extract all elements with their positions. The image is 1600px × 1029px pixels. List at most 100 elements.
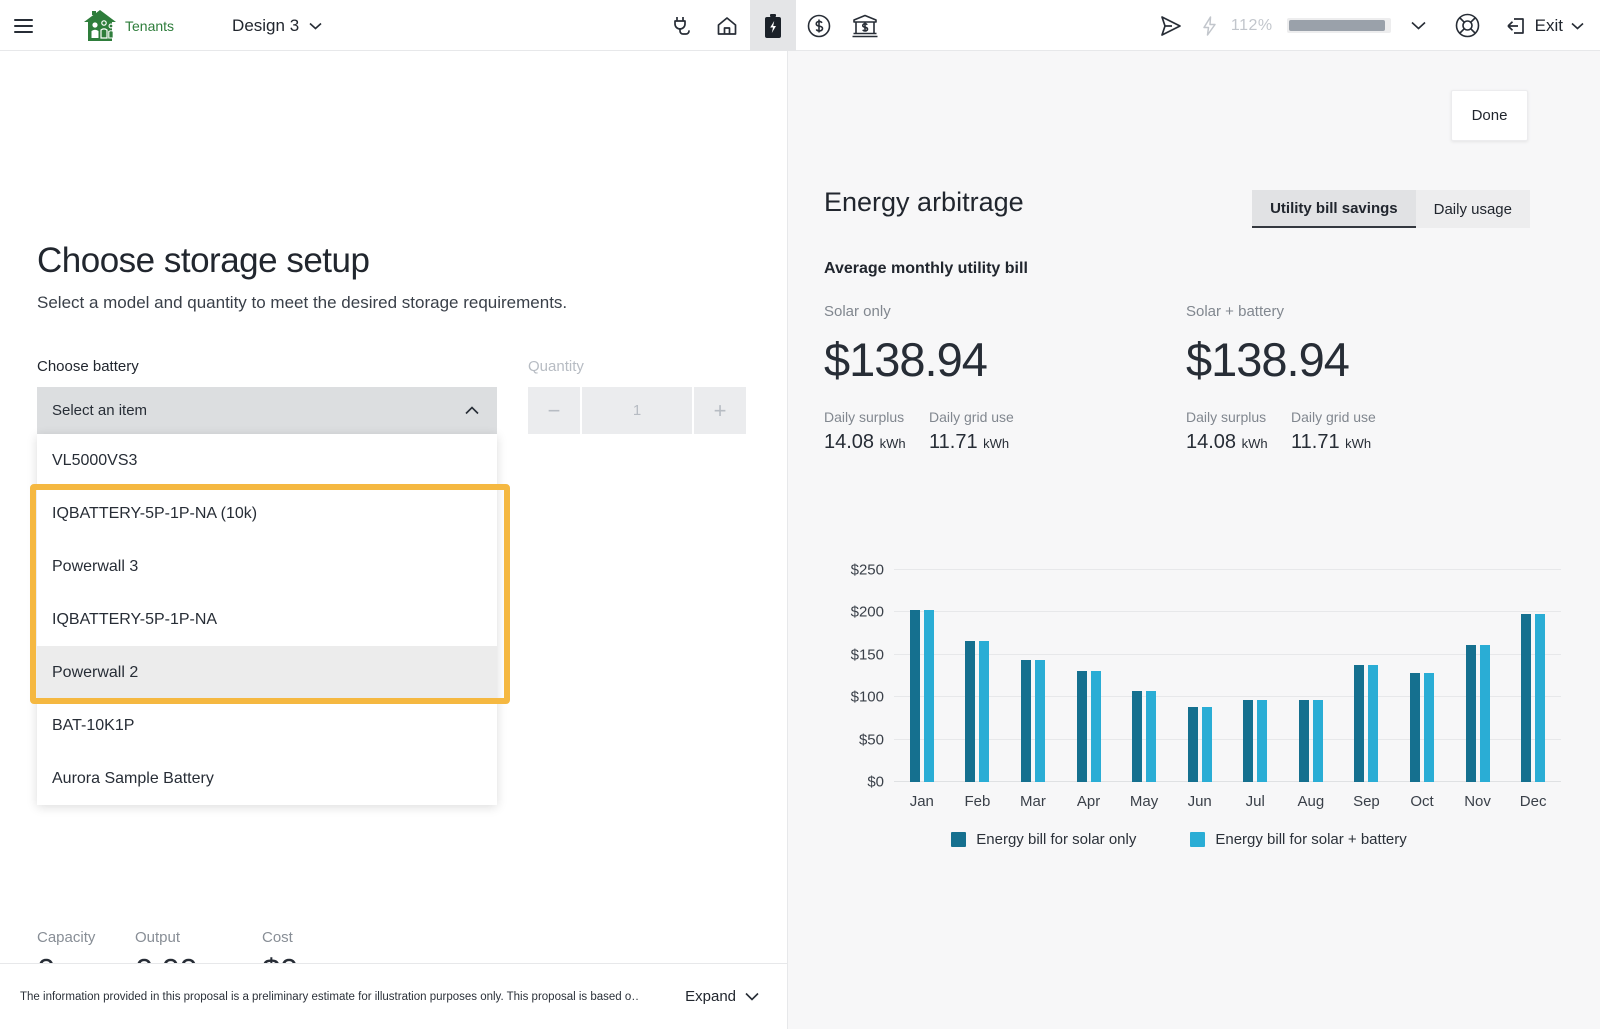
expand-button[interactable]: Expand <box>685 988 759 1005</box>
bill-subrow: Daily surplus14.08 kWhDaily grid use11.7… <box>1186 409 1516 454</box>
bar-energy-bill-for-solar-battery <box>1424 673 1434 782</box>
disclaimer-footer: The information provided in this proposa… <box>0 963 787 1029</box>
y-tick-label: $200 <box>851 604 884 621</box>
legend-swatch <box>1190 832 1205 847</box>
battery-dropdown-list: VL5000VS3IQBATTERY-5P-1P-NA (10k)Powerwa… <box>37 434 497 805</box>
month-label: Jan <box>910 793 934 810</box>
bar-energy-bill-for-solar-battery <box>1480 645 1490 782</box>
bill-amount: $138.94 <box>1186 332 1516 387</box>
month-label: Jul <box>1246 793 1265 810</box>
menu-icon[interactable] <box>14 9 48 43</box>
bar-energy-bill-for-solar-only <box>1354 665 1364 782</box>
bill-column-label: Solar + battery <box>1186 303 1516 320</box>
dropdown-item[interactable]: Powerwall 2 <box>37 646 497 699</box>
charge-progress-fill <box>1289 20 1385 31</box>
battery-field-label: Choose battery <box>37 358 139 375</box>
month-label: Jun <box>1188 793 1212 810</box>
month-bars <box>910 548 934 782</box>
dropdown-item[interactable]: BAT-10K1P <box>37 699 497 752</box>
home-icon[interactable] <box>704 0 750 51</box>
exit-icon <box>1505 15 1527 37</box>
daily-grid-use-value: 11.71 kWh <box>1291 431 1396 454</box>
chevron-down-icon[interactable] <box>1411 21 1426 30</box>
month-bars <box>965 548 989 782</box>
battery-icon[interactable] <box>750 0 796 51</box>
legend-label: Energy bill for solar only <box>976 831 1136 848</box>
y-tick-label: $100 <box>851 689 884 706</box>
bar-energy-bill-for-solar-battery <box>1535 614 1545 782</box>
month-group: Feb <box>950 548 1006 810</box>
bill-subrow: Daily surplus 14.08 kWhDaily grid use11.7… <box>824 409 1154 454</box>
daily-surplus-unit: kWh <box>880 436 906 451</box>
bar-energy-bill-for-solar-only <box>1021 660 1031 782</box>
dollar-circle-icon[interactable] <box>796 0 842 51</box>
quantity-increase-button[interactable]: + <box>694 387 746 434</box>
quantity-value[interactable]: 1 <box>582 387 692 434</box>
bar-energy-bill-for-solar-battery <box>1146 691 1156 782</box>
y-tick-label: $0 <box>867 774 884 791</box>
exit-button[interactable]: Exit <box>1505 15 1584 37</box>
design-selector-label: Design 3 <box>232 16 299 36</box>
page-title: Choose storage setup <box>37 241 369 281</box>
bar-energy-bill-for-solar-battery <box>979 641 989 782</box>
bar-energy-bill-for-solar-battery <box>1368 665 1378 782</box>
dropdown-item[interactable]: IQBATTERY-5P-1P-NA <box>37 593 497 646</box>
energy-arbitrage-panel: Done Energy arbitrage Utility bill savin… <box>787 51 1600 1029</box>
chart-y-axis: $0$50$100$150$200$250 <box>836 548 894 782</box>
month-label: Dec <box>1520 793 1547 810</box>
month-group: Jul <box>1227 548 1283 810</box>
quantity-decrease-button[interactable]: − <box>528 387 580 434</box>
month-group: Oct <box>1394 548 1450 810</box>
page-subtitle: Select a model and quantity to meet the … <box>37 293 567 313</box>
battery-select[interactable]: Select an item <box>37 387 497 434</box>
month-label: May <box>1130 793 1158 810</box>
month-bars <box>1243 548 1267 782</box>
bar-energy-bill-for-solar-only <box>965 641 975 782</box>
daily-grid-use: Daily grid use11.71 kWh <box>929 409 1034 454</box>
daily-surplus: Daily surplus 14.08 kWh <box>1186 409 1291 454</box>
send-icon[interactable] <box>1154 0 1188 51</box>
bar-energy-bill-for-solar-battery <box>1257 700 1267 782</box>
month-bars <box>1354 548 1378 782</box>
legend-item: Energy bill for solar + battery <box>1190 831 1406 848</box>
month-group: Aug <box>1283 548 1339 810</box>
month-group: Jun <box>1172 548 1228 810</box>
bill-column-label: Solar only <box>824 303 1154 320</box>
chevron-down-icon <box>309 22 322 30</box>
done-button[interactable]: Done <box>1451 90 1528 141</box>
tenants-logo: Tenants <box>82 9 174 43</box>
bar-energy-bill-for-solar-only <box>1521 614 1531 782</box>
month-bars <box>1188 548 1212 782</box>
tab-utility-bill-savings[interactable]: Utility bill savings <box>1252 190 1416 228</box>
dropdown-item[interactable]: IQBATTERY-5P-1P-NA (10k) <box>37 487 497 540</box>
dropdown-item[interactable]: Aurora Sample Battery <box>37 752 497 805</box>
daily-surplus-unit: kWh <box>1242 436 1268 451</box>
design-selector[interactable]: Design 3 <box>232 16 322 36</box>
daily-surplus-label: Daily surplus <box>824 409 929 425</box>
y-tick-label: $250 <box>851 562 884 579</box>
y-tick-label: $50 <box>859 731 884 748</box>
disclaimer-text: The information provided in this proposa… <box>20 991 640 1003</box>
month-bars <box>1132 548 1156 782</box>
month-bars <box>1299 548 1323 782</box>
month-label: Apr <box>1077 793 1100 810</box>
bar-energy-bill-for-solar-only <box>1410 673 1420 782</box>
month-group: Jan <box>894 548 950 810</box>
month-label: Mar <box>1020 793 1046 810</box>
y-tick-label: $150 <box>851 646 884 663</box>
bar-energy-bill-for-solar-only <box>1299 700 1309 782</box>
daily-surplus-value: 14.08 kWh <box>1186 431 1291 454</box>
tab-daily-usage[interactable]: Daily usage <box>1416 190 1530 228</box>
chevron-down-icon <box>1571 22 1584 30</box>
plug-icon[interactable] <box>658 0 704 51</box>
bar-energy-bill-for-solar-battery <box>1035 660 1045 782</box>
chevron-down-icon <box>745 992 759 1001</box>
dropdown-item[interactable]: Powerwall 3 <box>37 540 497 593</box>
bank-dollar-icon[interactable] <box>842 0 888 51</box>
bar-energy-bill-for-solar-only <box>1188 707 1198 782</box>
help-icon[interactable] <box>1454 12 1481 39</box>
daily-surplus-value: 14.08 kWh <box>824 431 929 454</box>
dropdown-item[interactable]: VL5000VS3 <box>37 434 497 487</box>
legend-item: Energy bill for solar only <box>951 831 1136 848</box>
daily-surplus-label: Daily surplus <box>1186 409 1291 425</box>
